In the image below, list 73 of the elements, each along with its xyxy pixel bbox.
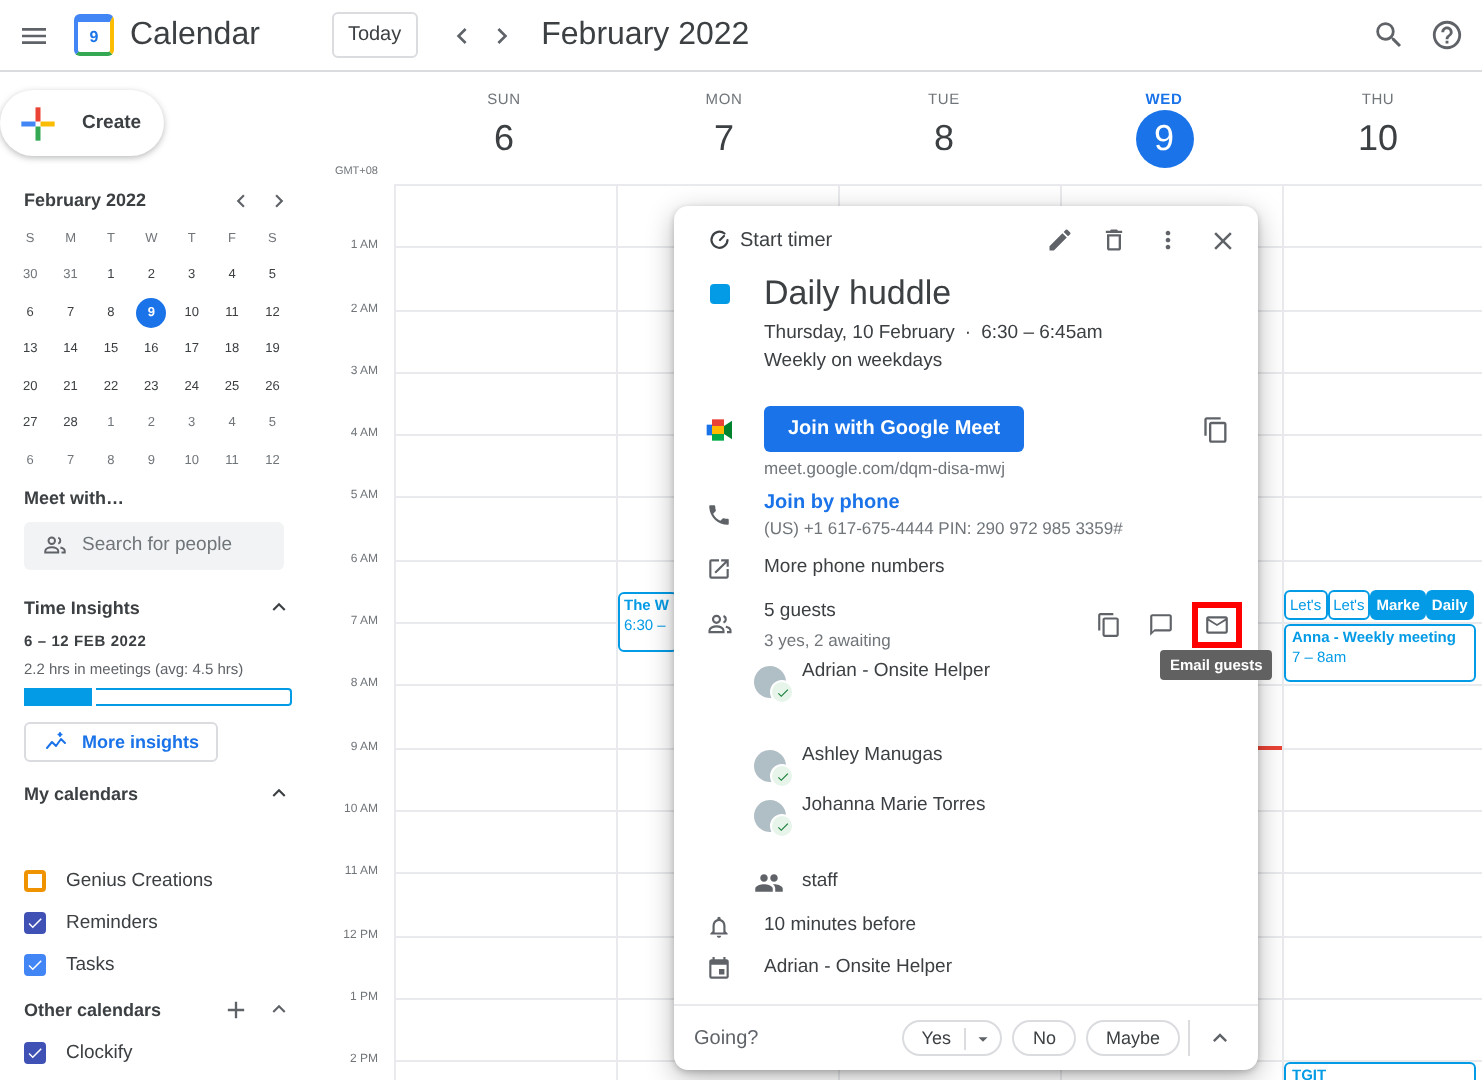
event-title: Daily huddle (764, 274, 954, 314)
create-button[interactable]: Create (0, 90, 164, 156)
search-people-field[interactable]: Search for people (24, 521, 284, 569)
help-icon[interactable] (1430, 18, 1464, 52)
guests-icon (705, 610, 733, 638)
copy-icon[interactable] (1202, 415, 1230, 443)
more-phone-numbers-link[interactable]: More phone numbers (764, 556, 945, 578)
calendar-name: Tasks (66, 953, 115, 975)
join-meet-button[interactable]: Join with Google Meet (764, 406, 1025, 452)
calendar-checkbox[interactable] (24, 1041, 46, 1063)
external-link-icon (706, 555, 732, 581)
copy-icon (1095, 611, 1121, 637)
rsvp-button[interactable]: Maybe (1085, 1020, 1180, 1056)
app-name: Calendar (130, 17, 260, 53)
calendar-name: Reminders (66, 911, 158, 933)
check-icon (26, 1043, 44, 1061)
guest-count: 5 guests (764, 598, 838, 626)
timer-icon (708, 228, 732, 252)
calendar-checkbox[interactable] (24, 953, 46, 975)
calendar-logo: 9 (74, 14, 114, 56)
guest-name: Johanna Marie Torres (802, 792, 986, 820)
today-button[interactable]: Today (331, 12, 418, 58)
day-number[interactable]: 10 (1349, 110, 1407, 168)
calendar-checkbox[interactable] (24, 911, 46, 933)
guest-name: Ashley Manugas (802, 742, 943, 770)
event-date: Thursday, 10 February (764, 322, 955, 344)
start-timer-button[interactable]: Start timer (708, 228, 833, 252)
calendar-name: Genius Creations (66, 869, 213, 891)
bell-icon (706, 913, 732, 939)
email-guests-button[interactable] (1192, 601, 1242, 647)
guest-name: staff (802, 868, 838, 896)
more-insights-button[interactable]: More insights (24, 721, 218, 761)
check-icon (775, 685, 789, 699)
phone-details: (US) +1 617-675-4444 PIN: 290 972 985 3359# (764, 518, 1125, 538)
check-icon (26, 955, 44, 973)
rsvp-button[interactable]: Yes (901, 1020, 1003, 1056)
section-title: Meet with… (24, 487, 127, 507)
separator-dot: · (964, 322, 972, 344)
delete-icon[interactable] (1100, 226, 1128, 254)
phone-icon (706, 502, 732, 528)
mail-icon (1204, 611, 1230, 637)
calendar-icon (706, 955, 732, 981)
chat-icon (1147, 611, 1173, 637)
event-recurrence: Weekly on weekdays (764, 348, 945, 376)
guest-status: 3 yes, 2 awaiting (764, 630, 893, 650)
calendar-checkbox[interactable] (24, 869, 46, 891)
check-icon (775, 769, 789, 783)
chart-icon (44, 729, 68, 753)
mini-calendar-title: February 2022 (24, 190, 149, 210)
check-icon (775, 819, 789, 833)
day-number[interactable]: 9 (1135, 110, 1193, 168)
group-icon (754, 868, 784, 898)
rsvp-prompt: Going? (694, 1027, 761, 1049)
day-number[interactable]: 8 (915, 110, 973, 168)
organizer-name: Adrian - Onsite Helper (764, 956, 952, 978)
plus-icon (18, 103, 58, 143)
guest-name: Adrian - Onsite Helper (802, 658, 990, 686)
day-number[interactable]: 6 (475, 110, 533, 168)
people-icon (42, 531, 68, 557)
edit-icon[interactable] (1046, 226, 1074, 254)
calendar-name: Clockify (66, 1041, 133, 1063)
rsvp-button[interactable]: No (1012, 1020, 1076, 1056)
event-time: 6:30 – 6:45am (981, 322, 1103, 344)
reminder-text: 10 minutes before (764, 914, 917, 936)
check-icon (26, 913, 44, 931)
section-title: My calendars (24, 783, 141, 803)
section-title: Other calendars (24, 999, 164, 1019)
day-number[interactable]: 7 (695, 110, 753, 168)
search-icon[interactable] (1372, 18, 1406, 52)
join-by-phone-link[interactable]: Join by phone (764, 492, 900, 514)
section-title: Time Insights (24, 597, 142, 617)
current-period: February 2022 (541, 17, 750, 53)
video-call-icon (703, 413, 735, 445)
